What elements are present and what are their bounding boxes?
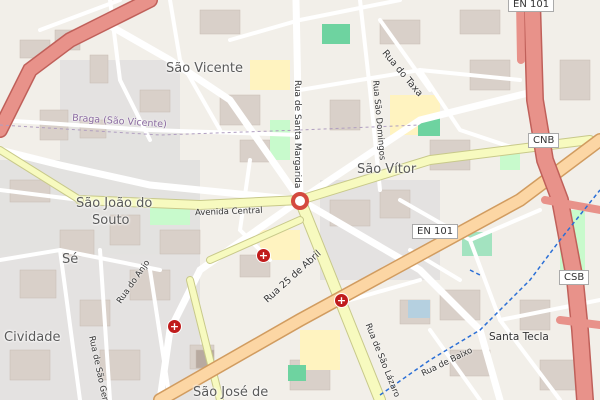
place-label-sao-joao-do-souto: São João do (76, 196, 153, 211)
roundabout-marker (291, 192, 309, 210)
road-ref-en101-top: EN 101 (508, 0, 555, 12)
place-label-sao-vicente: São Vicente (166, 61, 244, 76)
road-ref-csb: CSB (559, 270, 590, 285)
place-label-sao-jose-de: São José de (193, 385, 269, 400)
road-ref-cnb: CNB (528, 133, 560, 148)
pharmacy-icon[interactable]: + (167, 319, 182, 334)
pharmacy-icon[interactable]: + (256, 248, 271, 263)
road-ref-en101-mid: EN 101 (412, 224, 459, 239)
place-label-sao-vitor: São Vítor (357, 162, 417, 177)
pharmacy-icon[interactable]: + (334, 293, 349, 308)
place-label-se: Sé (62, 252, 79, 267)
map-view[interactable]: + + + São Vicente São Vítor São João do … (0, 0, 600, 400)
street-label-rua-de-santa-margarida: Rua de Santa Margarida (292, 80, 302, 189)
place-label-souto: Souto (92, 213, 130, 228)
place-label-cividade: Cividade (4, 330, 61, 345)
place-label-santa-tecla: Santa Tecla (489, 331, 549, 343)
